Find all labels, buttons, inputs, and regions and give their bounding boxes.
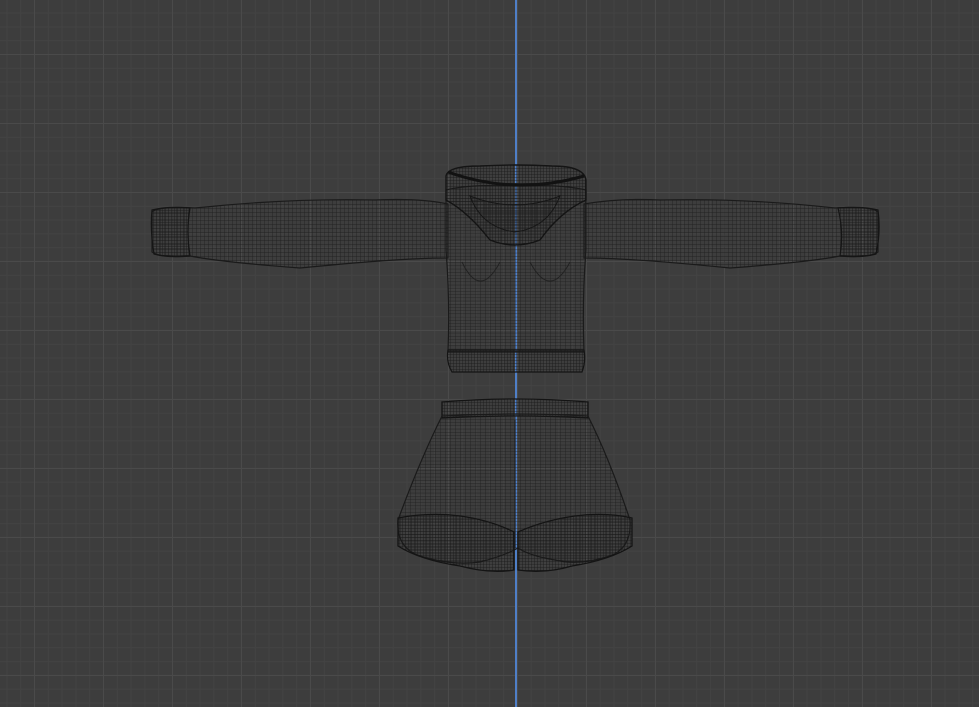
left-cuff (150, 206, 191, 258)
hoodie-mesh[interactable] (150, 164, 880, 373)
right-sleeve (583, 198, 879, 269)
left-sleeve (151, 198, 449, 269)
shorts-mesh[interactable] (397, 398, 633, 572)
3d-viewport[interactable] (0, 0, 979, 707)
right-cuff (837, 206, 880, 258)
hoodie-hem (446, 349, 586, 373)
wireframe-clothing[interactable] (0, 0, 979, 707)
